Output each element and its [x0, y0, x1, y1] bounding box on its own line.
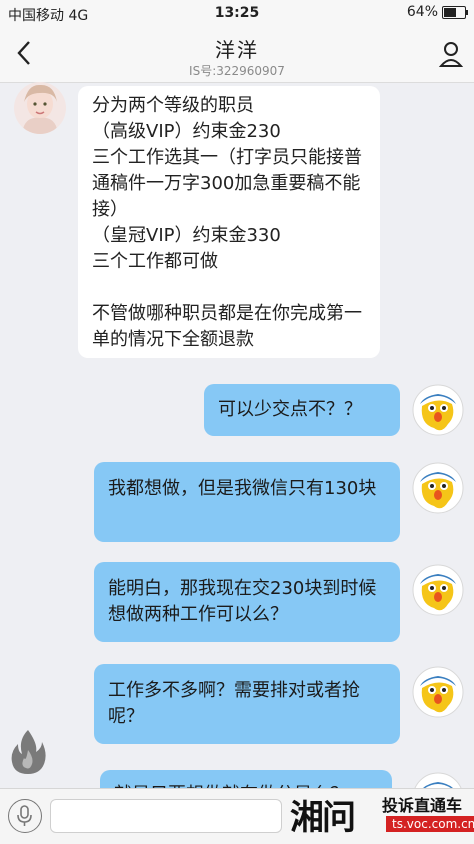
chat-header: 洋洋 IS号:322960907: [0, 26, 474, 83]
message-list[interactable]: 分为两个等级的职员 （高级VIP）约束金230 三个工作选其一（打字员只能接普通…: [0, 82, 474, 788]
microphone-icon[interactable]: [8, 799, 42, 833]
message-bubble-incoming[interactable]: 分为两个等级的职员 （高级VIP）约束金230 三个工作选其一（打字员只能接普通…: [78, 86, 380, 358]
clock: 13:25: [214, 5, 260, 21]
message-bubble-outgoing[interactable]: 工作多不多啊？需要排对或者抢呢？: [94, 664, 400, 744]
watermark-title: 投诉直通车: [382, 796, 463, 815]
message-bubble-outgoing[interactable]: 能明白，那我现在交230块到时候想做两种工作可以么？: [94, 562, 400, 642]
battery-indicator: 64%: [406, 4, 468, 20]
watermark: 湘问 投诉直通车 ts.voc.com.cn: [290, 784, 474, 842]
contact-name: 洋洋: [215, 38, 259, 62]
fire-icon[interactable]: [8, 728, 48, 776]
self-avatar[interactable]: [412, 462, 464, 514]
message-bubble-outgoing[interactable]: 我都想做，但是我微信只有130块: [94, 462, 400, 542]
message-bubble-outgoing[interactable]: 可以少交点不？？: [204, 384, 400, 436]
battery-icon: [442, 5, 468, 19]
self-avatar[interactable]: [412, 384, 464, 436]
message-input[interactable]: [50, 799, 282, 833]
watermark-url: ts.voc.com.cn: [386, 816, 474, 832]
self-avatar[interactable]: [412, 666, 464, 718]
self-avatar[interactable]: [412, 564, 464, 616]
watermark-logo: 湘问: [290, 798, 356, 838]
profile-icon[interactable]: [438, 40, 464, 68]
status-bar: 中国移动 4G 13:25 64%: [0, 0, 474, 26]
battery-percent: 64%: [406, 4, 438, 20]
contact-id: IS号:322960907: [189, 64, 285, 78]
contact-avatar[interactable]: [14, 82, 66, 134]
